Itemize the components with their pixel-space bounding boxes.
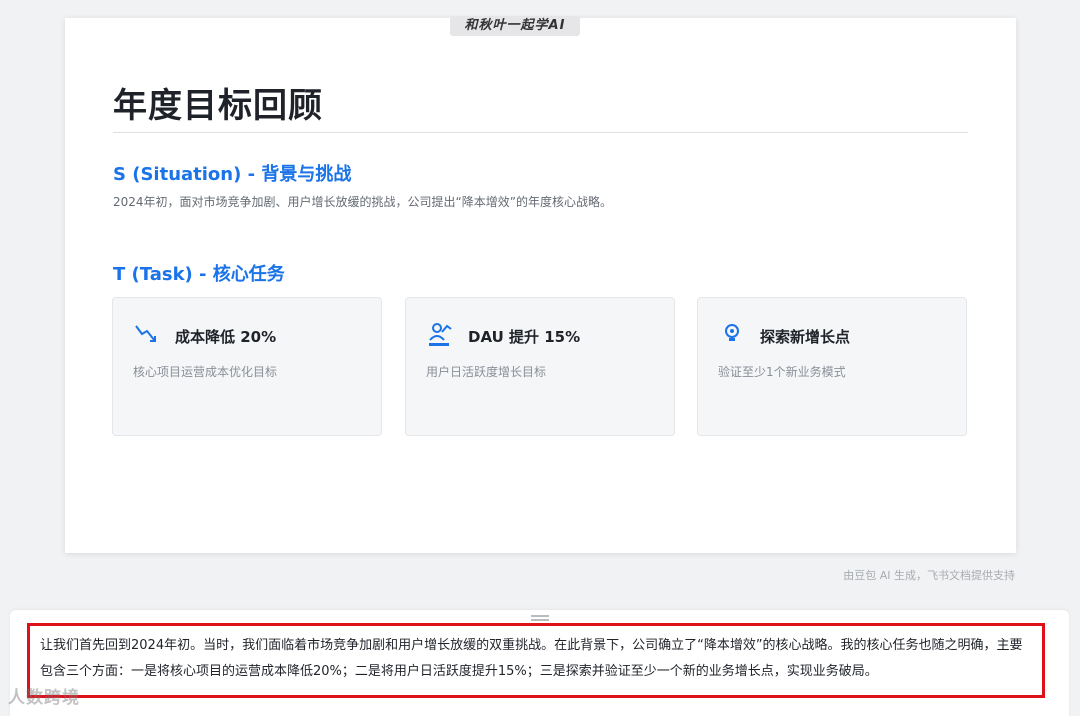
- idea-icon: [718, 320, 746, 348]
- subtitle-panel: 让我们首先回到2024年初。当时，我们面临着市场竞争加剧和用户增长放缓的双重挑战…: [10, 610, 1069, 716]
- card-desc: 核心项目运营成本优化目标: [133, 365, 278, 379]
- task-card-dau: DAU 提升 15% 用户日活跃度增长目标: [405, 297, 675, 436]
- task-heading: T (Task) - 核心任务: [113, 264, 285, 285]
- situation-heading: S (Situation) - 背景与挑战: [113, 164, 352, 185]
- footer-note: 由豆包 AI 生成，飞书文档提供支持: [843, 569, 1015, 582]
- task-card-cost: 成本降低 20% 核心项目运营成本优化目标: [112, 297, 382, 436]
- title-divider: [113, 132, 968, 133]
- slide-canvas: 年度目标回顾 S (Situation) - 背景与挑战 2024年初，面对市场…: [65, 18, 1016, 553]
- card-title: DAU 提升 15%: [468, 328, 581, 346]
- page-title: 年度目标回顾: [113, 86, 323, 126]
- trend-down-icon: [133, 320, 161, 348]
- situation-text: 2024年初，面对市场竞争加剧、用户增长放缓的挑战，公司提出“降本增效”的年度核…: [113, 195, 612, 209]
- card-title: 成本降低 20%: [175, 328, 277, 346]
- watermark-top: 和秋叶一起学AI: [450, 16, 580, 36]
- subtitle-text: 让我们首先回到2024年初。当时，我们面临着市场竞争加剧和用户增长放缓的双重挑战…: [27, 623, 1045, 698]
- drag-handle[interactable]: [531, 615, 549, 623]
- user-growth-icon: [426, 320, 454, 348]
- card-title: 探索新增长点: [760, 328, 851, 346]
- card-desc: 验证至少1个新业务模式: [718, 365, 846, 379]
- watermark-bottom: 人数跨境: [8, 688, 80, 708]
- card-desc: 用户日活跃度增长目标: [426, 365, 547, 379]
- task-card-explore: 探索新增长点 验证至少1个新业务模式: [697, 297, 967, 436]
